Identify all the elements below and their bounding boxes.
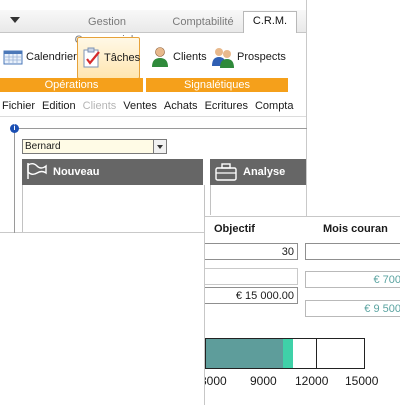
clients-button[interactable]: Clients — [150, 37, 210, 77]
prospects-button-label: Prospects — [237, 51, 286, 63]
menu-item-achats[interactable]: Achats — [164, 100, 198, 112]
objective-progress-bar — [205, 338, 365, 369]
panel-header-analyse[interactable]: Analyse — [210, 159, 306, 185]
menu-item-compta[interactable]: Compta — [255, 100, 294, 112]
calendar-icon — [3, 49, 23, 65]
users-group-icon — [211, 46, 235, 68]
column-header-mois-courant: Mois couran — [323, 223, 388, 235]
tasks-checklist-icon — [82, 47, 102, 69]
nouveau-panel-body — [22, 185, 205, 232]
menu-item-ventes[interactable]: Ventes — [123, 100, 157, 112]
mois-field-3[interactable]: € 9 500 — [305, 300, 400, 317]
progress-marker — [282, 339, 293, 368]
quick-access-dropdown-icon[interactable] — [10, 17, 20, 23]
tasks-button-label: Tâches — [104, 52, 141, 64]
tab-comptabilite[interactable]: Comptabilité — [170, 13, 236, 31]
group-label-operations: Opérations — [0, 78, 143, 92]
briefcase-icon — [214, 162, 238, 182]
menu-item-ecritures[interactable]: Ecritures — [205, 100, 248, 112]
info-icon[interactable]: i — [10, 124, 19, 133]
tasks-button[interactable]: Tâches — [77, 37, 140, 79]
menu-item-edition[interactable]: Edition — [42, 100, 76, 112]
objectif-field-3[interactable]: € 15 000.00 — [205, 287, 298, 304]
group-label-signaletiques: Signalétiques — [146, 78, 288, 92]
progress-fill — [206, 339, 285, 368]
axis-tick: 3000 — [205, 374, 227, 388]
objectives-window: Objectif Mois couran 30 € 700 € 15 000.0… — [204, 216, 400, 405]
menu-item-fichier[interactable]: Fichier — [2, 100, 35, 112]
axis-tick: 15000 — [345, 374, 379, 388]
menu-item-clients: Clients — [82, 100, 117, 112]
objectif-field-2[interactable] — [205, 268, 298, 285]
bar-divider — [316, 339, 317, 368]
tab-gestion-commerciale[interactable]: Gestion Commerciale — [56, 13, 158, 46]
divider — [210, 185, 211, 215]
panel-title-analyse: Analyse — [243, 166, 286, 178]
mois-field-2[interactable]: € 700 — [305, 271, 400, 288]
axis-tick: 12000 — [295, 374, 329, 388]
tab-crm[interactable]: C.R.M. — [243, 11, 297, 33]
axis-tick: 9000 — [250, 374, 277, 388]
user-icon — [150, 46, 170, 68]
user-select[interactable]: Bernard — [22, 139, 156, 154]
calendar-button-label: Calendrier — [26, 51, 77, 63]
menu-bar: Fichier Edition Clients Ventes Achats Ecritur… — [0, 96, 306, 117]
objectif-field-1[interactable]: 30 — [205, 243, 298, 260]
column-header-objectif: Objectif — [214, 223, 255, 235]
prospects-button[interactable]: Prospects — [211, 37, 286, 77]
flag-icon — [26, 162, 48, 180]
chevron-down-icon[interactable] — [153, 139, 167, 154]
panel-header-nouveau[interactable]: Nouveau — [22, 159, 203, 185]
mois-field-1[interactable] — [305, 243, 400, 260]
calendar-button[interactable]: Calendrier — [3, 37, 77, 77]
clients-button-label: Clients — [173, 51, 207, 63]
panel-title-nouveau: Nouveau — [53, 166, 100, 178]
